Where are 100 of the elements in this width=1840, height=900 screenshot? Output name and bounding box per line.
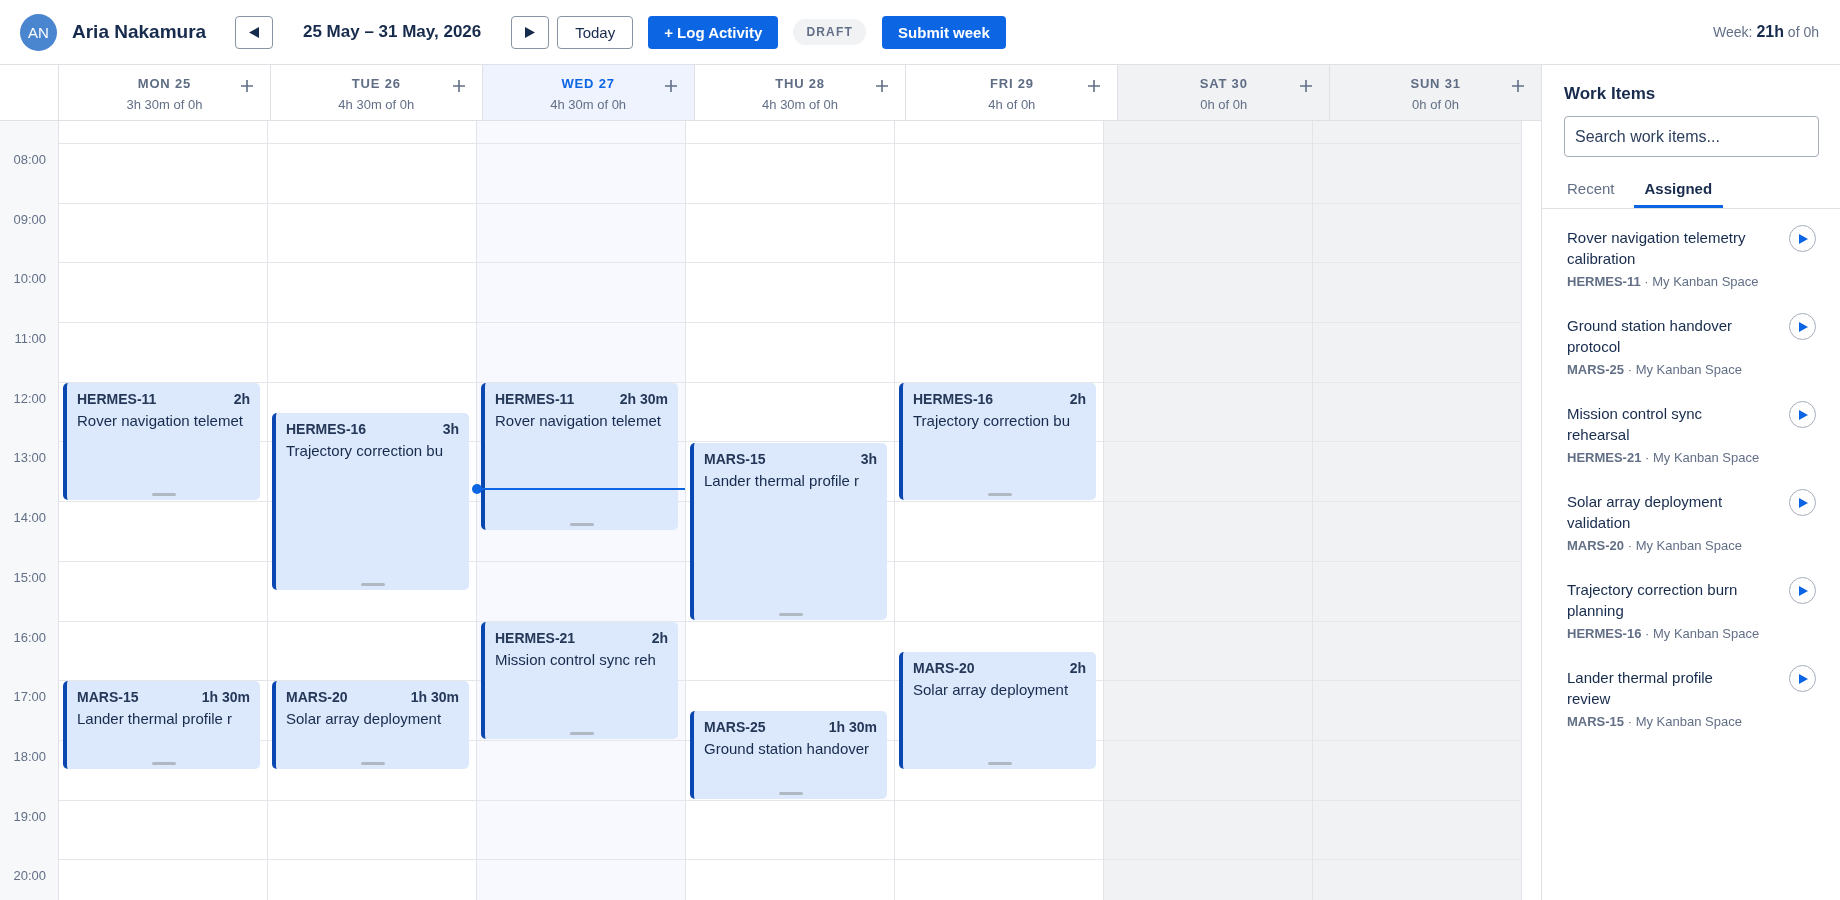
next-week-button[interactable]	[511, 15, 550, 49]
time-label: 14:00	[13, 510, 46, 526]
entry-duration: 2h	[1069, 659, 1086, 677]
entry-title: Solar array deployment	[913, 679, 1069, 699]
day-label: SUN 31	[1410, 75, 1461, 92]
tab[interactable]: Recent	[1556, 169, 1626, 208]
entry-title: Trajectory correction bu	[286, 440, 443, 460]
entry-key: HERMES-16	[913, 390, 994, 408]
entry-key: HERMES-11	[495, 390, 575, 408]
time-entry-card[interactable]: HERMES-11 2h Rover navigation telemet	[63, 382, 260, 501]
resize-handle-icon[interactable]	[987, 761, 1012, 765]
entry-key: MARS-20	[913, 659, 975, 677]
resize-handle-icon[interactable]	[151, 493, 176, 497]
entry-duration: 1h 30m	[201, 689, 250, 707]
plus-icon	[1300, 80, 1313, 92]
user-name: Aria Nakamura	[72, 21, 207, 43]
search-field[interactable]: Search work items...	[1564, 116, 1819, 157]
time-label: 20:00	[13, 868, 46, 884]
resize-handle-icon[interactable]	[569, 732, 594, 735]
log-activity-button[interactable]: + Log Activity	[648, 15, 779, 49]
entry-duration: 3h	[860, 450, 877, 468]
day-hours-summary: 3h 30m of 0h	[126, 96, 203, 113]
work-item-title[interactable]: Solar array deployment validation	[1567, 491, 1753, 533]
previous-week-button[interactable]	[235, 15, 274, 49]
date-range: 25 May – 31 May, 2026	[301, 22, 483, 42]
day-label: THU 28	[775, 75, 825, 92]
time-label: 17:00	[13, 689, 46, 705]
start-timer-button[interactable]	[1789, 489, 1816, 516]
entry-title: Ground station handover	[704, 739, 870, 759]
time-label: 19:00	[13, 808, 46, 824]
today-button[interactable]: Today	[557, 15, 634, 49]
entry-key: HERMES-11	[77, 390, 157, 408]
submit-week-button[interactable]: Submit week	[882, 15, 1006, 49]
resize-handle-icon[interactable]	[778, 612, 803, 616]
work-item-meta: HERMES-21 · My Kanban Space	[1567, 449, 1760, 467]
time-label: 12:00	[13, 390, 46, 406]
entry-title: Mission control sync reh	[495, 649, 656, 669]
start-timer-button[interactable]	[1789, 577, 1816, 604]
work-item-title[interactable]: Lander thermal profile review	[1567, 667, 1753, 709]
resize-handle-icon[interactable]	[569, 523, 594, 527]
work-item-title[interactable]: Mission control sync rehearsal	[1567, 403, 1753, 445]
time-label: 18:00	[13, 748, 46, 764]
day-hours-summary: 4h 30m of 0h	[550, 96, 627, 113]
work-item-meta: MARS-20 · My Kanban Space	[1567, 537, 1742, 555]
entry-key: HERMES-21	[495, 629, 576, 647]
resize-handle-icon[interactable]	[778, 791, 803, 795]
start-timer-button[interactable]	[1789, 225, 1816, 252]
time-label: 13:00	[13, 450, 46, 466]
work-item-title[interactable]: Trajectory correction burn planning	[1567, 579, 1753, 621]
resize-handle-icon[interactable]	[987, 493, 1012, 497]
week-hours-summary: Week: 21h of 0h	[1713, 23, 1819, 41]
tab[interactable]: Assigned	[1633, 169, 1724, 208]
plus-icon	[876, 80, 889, 92]
draft-status-badge: DRAFT	[793, 19, 867, 45]
day-hours-summary: 0h of 0h	[1412, 96, 1460, 113]
plus-icon	[664, 80, 677, 92]
start-timer-button[interactable]	[1789, 313, 1816, 340]
time-entry-card[interactable]: MARS-25 1h 30m Ground station handover	[690, 711, 887, 799]
work-item-title[interactable]: Ground station handover protocol	[1567, 315, 1753, 357]
work-item-meta: MARS-25 · My Kanban Space	[1567, 361, 1742, 379]
entry-title: Solar array deployment	[286, 709, 442, 729]
time-label: 08:00	[13, 152, 46, 167]
day-label: WED 27	[561, 75, 615, 92]
resize-handle-icon[interactable]	[360, 582, 385, 586]
time-label: 11:00	[14, 331, 46, 347]
resize-handle-icon[interactable]	[151, 761, 176, 765]
play-icon	[1799, 585, 1808, 596]
time-entry-card[interactable]: MARS-20 2h Solar array deployment	[899, 651, 1096, 769]
plus-icon	[1088, 80, 1101, 92]
day-hours-summary: 4h 30m of 0h	[338, 96, 415, 113]
entry-duration: 1h 30m	[828, 719, 877, 737]
time-entry-card[interactable]: HERMES-16 3h Trajectory correction bu	[272, 412, 469, 590]
time-entry-card[interactable]: MARS-15 1h 30m Lander thermal profile r	[63, 681, 260, 769]
entry-duration: 2h	[651, 629, 668, 647]
time-entry-card[interactable]: HERMES-16 2h Trajectory correction bu	[899, 382, 1096, 501]
caret-left-icon	[249, 26, 260, 38]
resize-handle-icon[interactable]	[360, 761, 385, 765]
time-entry-card[interactable]: MARS-20 1h 30m Solar array deployment	[272, 681, 469, 769]
entry-duration: 2h 30m	[619, 390, 668, 408]
entry-key: MARS-20	[286, 689, 348, 707]
time-entry-card[interactable]: HERMES-11 2h 30m Rover navigation telemet	[481, 382, 678, 531]
start-timer-button[interactable]	[1789, 401, 1816, 428]
entry-key: MARS-15	[77, 689, 139, 707]
start-timer-button[interactable]	[1789, 665, 1816, 692]
day-hours-summary: 4h 30m of 0h	[762, 96, 838, 113]
entry-title: Rover navigation telemet	[77, 410, 243, 430]
time-entry-card[interactable]: HERMES-21 2h Mission control sync reh	[481, 621, 678, 739]
work-item-title[interactable]: Rover navigation telemetry calibration	[1567, 227, 1753, 269]
add-entry-button[interactable]	[1509, 77, 1527, 95]
entry-key: HERMES-16	[286, 420, 367, 438]
day-label: TUE 26	[351, 75, 401, 92]
entry-duration: 3h	[442, 420, 459, 438]
entry-key: MARS-25	[704, 719, 766, 737]
day-hours-summary: 4h of 0h	[988, 96, 1036, 113]
time-entry-card[interactable]: MARS-15 3h Lander thermal profile r	[690, 442, 887, 620]
panel-title: Work Items	[1564, 83, 1656, 105]
caret-right-icon	[525, 26, 536, 38]
work-item-meta: HERMES-16 · My Kanban Space	[1567, 625, 1760, 643]
plus-icon	[1512, 80, 1524, 92]
day-label: SAT 30	[1199, 75, 1248, 92]
